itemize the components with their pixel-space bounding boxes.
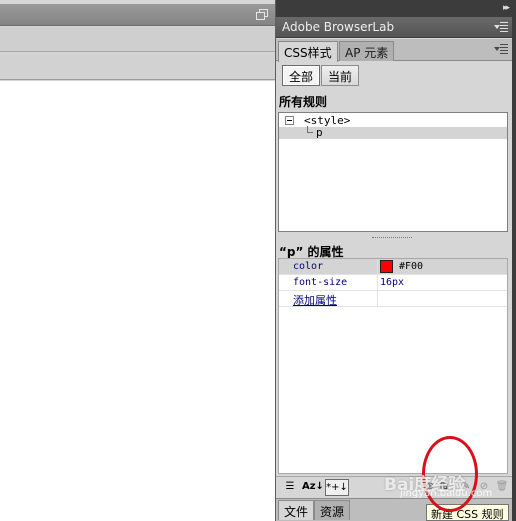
property-value[interactable]: #F00 <box>399 261 423 272</box>
document-titlebar <box>0 4 275 26</box>
window-edge <box>512 0 516 521</box>
properties-heading: “p” 的属性 <box>279 245 344 259</box>
property-name: font-size <box>293 277 348 288</box>
document-secondary-toolbar <box>0 53 275 80</box>
tree-node-rule-p[interactable]: p <box>279 126 507 139</box>
property-row-color[interactable]: color #F00 <box>279 259 507 275</box>
delete-rule-icon[interactable]: 🗑 <box>492 479 512 496</box>
browserlab-panel-title: Adobe BrowserLab <box>282 20 395 34</box>
tree-node-style[interactable]: <style> <box>279 114 507 127</box>
show-set-properties-icon[interactable]: *+↓ <box>325 479 349 496</box>
browserlab-panel-header[interactable]: Adobe BrowserLab <box>276 17 512 38</box>
document-toolbar <box>0 27 275 52</box>
collapse-dock-icon[interactable]: ▸▸ <box>503 3 510 13</box>
property-name: color <box>293 261 324 272</box>
color-swatch[interactable] <box>380 260 393 273</box>
tab-ap-elements[interactable]: AP 元素 <box>339 41 395 61</box>
dock-header: ▸▸ <box>276 0 512 17</box>
properties-table[interactable]: color #F00 font-size 16px 添加属性 <box>278 258 508 474</box>
panel-menu-icon[interactable] <box>494 44 508 56</box>
panel-dock: ▸▸ Adobe BrowserLab CSS样式 AP 元素 全部 当前 所有… <box>276 0 512 521</box>
tab-assets[interactable]: 资源 <box>314 500 351 520</box>
css-mode-switch: 全部 当前 <box>276 62 512 89</box>
property-row-add[interactable]: 添加属性 <box>279 291 507 307</box>
watermark-url: jingyan.baidu.com <box>400 488 493 499</box>
mode-all-button[interactable]: 全部 <box>282 65 321 86</box>
pane-resize-grip[interactable] <box>372 237 412 239</box>
restore-window-icon[interactable] <box>256 9 268 20</box>
property-row-font-size[interactable]: font-size 16px <box>279 275 507 291</box>
all-rules-heading: 所有规则 <box>276 90 512 111</box>
tree-branch-line <box>307 126 313 133</box>
design-view-canvas[interactable] <box>0 81 275 521</box>
category-view-icon[interactable]: ☰ <box>280 479 300 496</box>
tree-collapse-icon[interactable] <box>285 116 294 125</box>
column-divider <box>377 259 378 275</box>
alphabetical-view-icon[interactable]: Az↓ <box>302 479 324 496</box>
panel-menu-icon[interactable] <box>494 22 508 34</box>
tab-css-styles[interactable]: CSS样式 <box>278 41 338 62</box>
column-divider <box>377 291 378 307</box>
column-divider <box>377 275 378 291</box>
tree-node-label: p <box>316 126 323 139</box>
rules-tree[interactable]: <style> p <box>278 112 508 232</box>
tab-files[interactable]: 文件 <box>278 500 315 520</box>
mode-current-button[interactable]: 当前 <box>321 65 360 86</box>
add-property-link[interactable]: 添加属性 <box>293 292 337 308</box>
property-value[interactable]: 16px <box>380 277 404 288</box>
css-panel-tab-strip: CSS样式 AP 元素 <box>276 39 512 62</box>
